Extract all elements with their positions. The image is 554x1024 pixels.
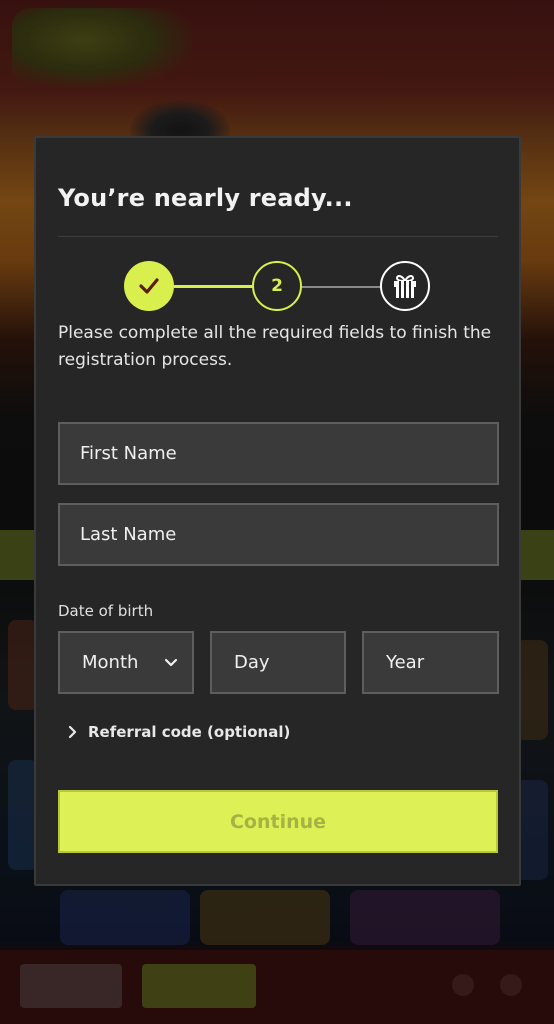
dob-day-input[interactable]: Day bbox=[210, 631, 346, 694]
dob-day-placeholder: Day bbox=[234, 652, 270, 673]
first-name-placeholder: First Name bbox=[80, 443, 177, 464]
first-name-field[interactable]: First Name bbox=[58, 422, 499, 485]
dob-label: Date of birth bbox=[58, 602, 154, 620]
last-name-placeholder: Last Name bbox=[80, 524, 177, 545]
step-2-number: 2 bbox=[271, 276, 283, 296]
modal-title: You’re nearly ready... bbox=[58, 184, 353, 212]
continue-button-label: Continue bbox=[229, 810, 327, 833]
instructions-text: Please complete all the required fields … bbox=[58, 323, 492, 370]
chevron-right-icon bbox=[68, 725, 77, 739]
dob-month-value: Month bbox=[82, 652, 139, 673]
dob-year-placeholder: Year bbox=[386, 652, 425, 673]
step-2-current: 2 bbox=[252, 261, 302, 311]
title-divider bbox=[58, 236, 498, 237]
gift-icon bbox=[394, 275, 416, 298]
continue-button[interactable]: Continue bbox=[58, 790, 498, 853]
checkmark-icon bbox=[139, 278, 159, 294]
step-connector-completed bbox=[174, 285, 254, 288]
chevron-down-icon bbox=[164, 658, 178, 666]
referral-code-label: Referral code (optional) bbox=[88, 723, 291, 741]
last-name-field[interactable]: Last Name bbox=[58, 503, 499, 566]
step-connector-pending bbox=[302, 286, 382, 288]
registration-modal: You’re nearly ready... 2 Please complete… bbox=[34, 136, 521, 886]
dob-month-select[interactable]: Month bbox=[58, 631, 194, 694]
referral-code-toggle[interactable]: Referral code (optional) bbox=[68, 723, 290, 741]
step-1-completed bbox=[124, 261, 174, 311]
step-3-reward bbox=[380, 261, 430, 311]
dob-year-input[interactable]: Year bbox=[362, 631, 499, 694]
